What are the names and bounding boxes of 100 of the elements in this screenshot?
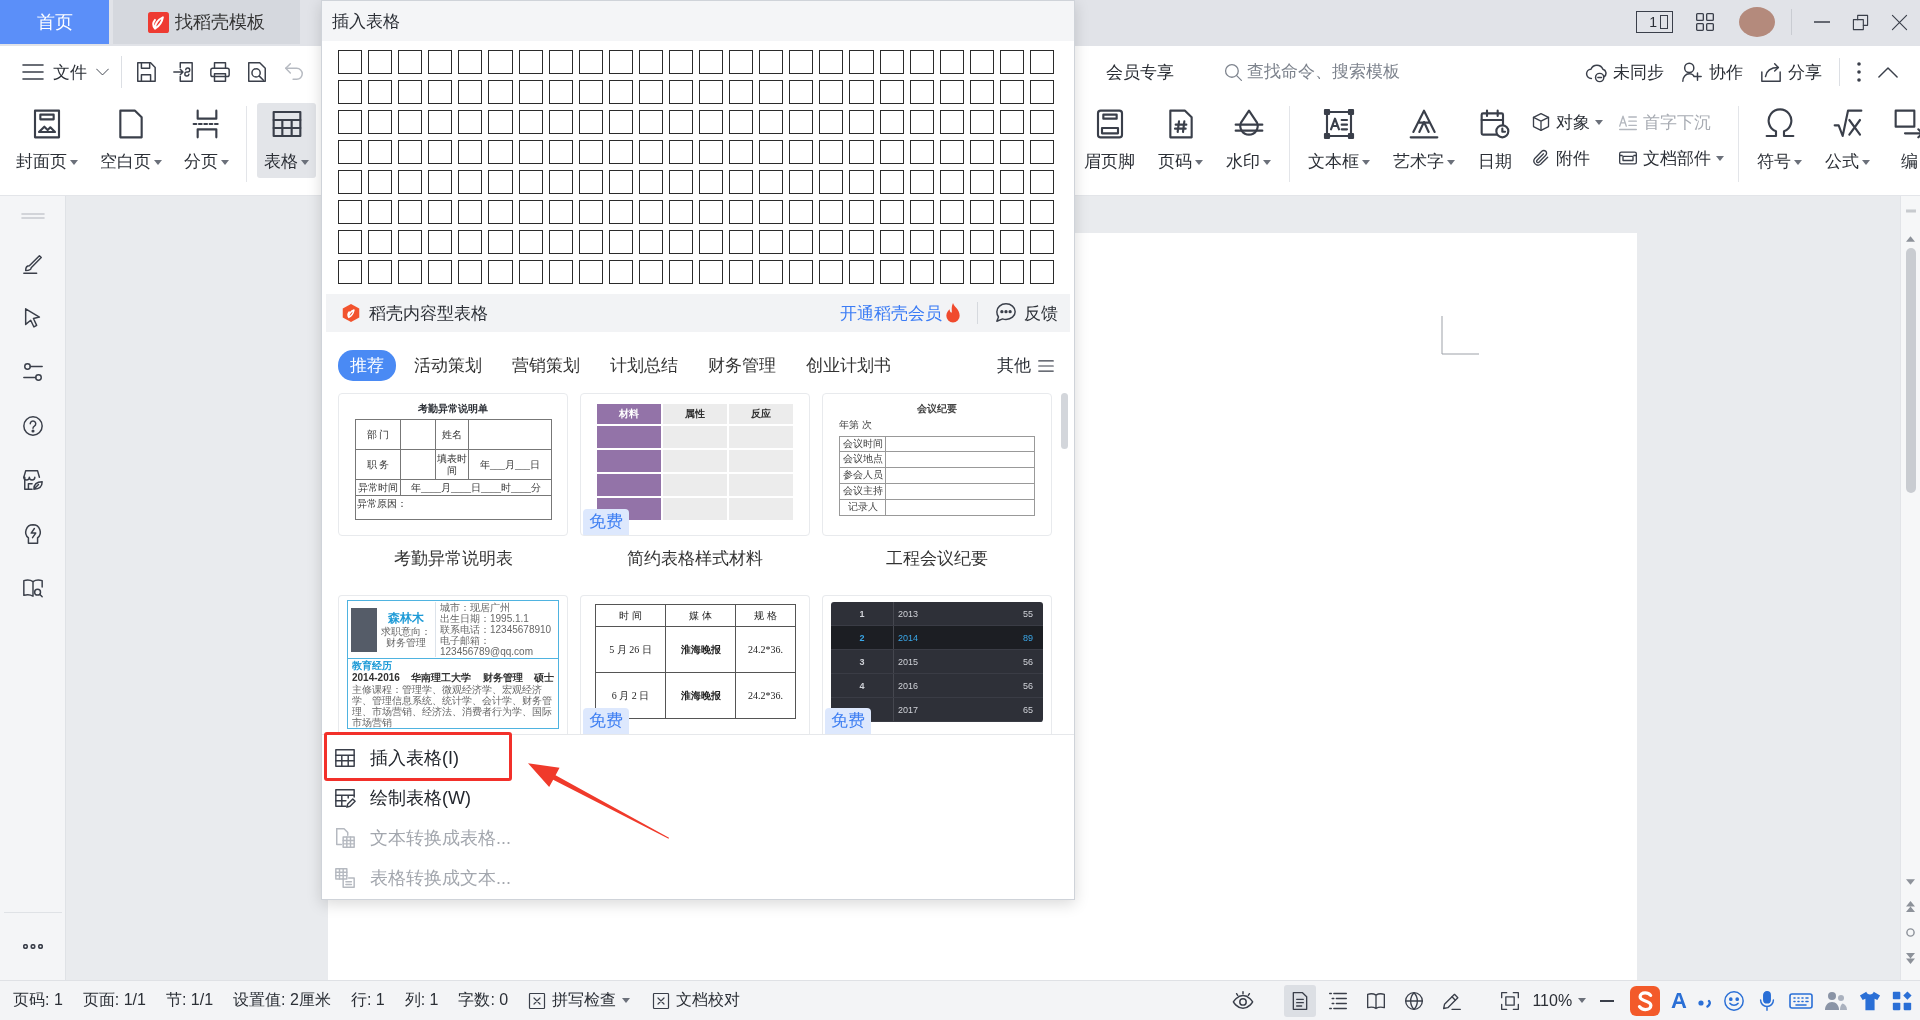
table-size-cell[interactable] <box>999 50 1024 74</box>
apps-icon[interactable] <box>1892 990 1912 1011</box>
table-size-cell[interactable] <box>969 110 994 134</box>
table-size-cell[interactable] <box>458 170 483 194</box>
table-size-cell[interactable] <box>969 230 994 254</box>
table-size-cell[interactable] <box>1029 230 1054 254</box>
table-size-cell[interactable] <box>338 200 363 224</box>
input-mode-indicator[interactable]: A <box>1671 988 1687 1013</box>
table-size-cell[interactable] <box>368 230 393 254</box>
template-title[interactable]: 考勤异常说明表 <box>338 547 568 571</box>
table-size-cell[interactable] <box>608 50 633 74</box>
symbol-button[interactable]: 符号 <box>1750 103 1809 178</box>
table-size-cell[interactable] <box>638 80 663 104</box>
help-icon[interactable] <box>21 415 44 437</box>
table-size-cell[interactable] <box>638 230 663 254</box>
table-size-cell[interactable] <box>518 230 543 254</box>
page-view-button[interactable] <box>1284 984 1317 1017</box>
table-size-cell[interactable] <box>999 260 1024 284</box>
table-size-cell[interactable] <box>729 200 754 224</box>
table-size-cell[interactable] <box>518 200 543 224</box>
table-size-cell[interactable] <box>909 140 934 164</box>
table-size-cell[interactable] <box>338 50 363 74</box>
file-menu[interactable]: 文件 <box>22 60 109 84</box>
table-size-cell[interactable] <box>548 230 573 254</box>
table-size-cell[interactable] <box>638 140 663 164</box>
collaborate-button[interactable]: 协作 <box>1681 60 1743 84</box>
category-tab[interactable]: 活动策划 <box>402 350 494 381</box>
next-page-icon[interactable] <box>1906 953 1915 964</box>
table-size-cell[interactable] <box>789 200 814 224</box>
table-size-cell[interactable] <box>488 170 513 194</box>
scrollbar-thumb[interactable] <box>1061 393 1068 449</box>
table-size-cell[interactable] <box>428 200 453 224</box>
table-size-cell[interactable] <box>729 140 754 164</box>
table-size-cell[interactable] <box>819 140 844 164</box>
table-size-cell[interactable] <box>578 140 603 164</box>
table-size-cell[interactable] <box>488 110 513 134</box>
print-preview-icon[interactable] <box>246 61 268 83</box>
table-size-cell[interactable] <box>699 260 724 284</box>
brush-icon[interactable] <box>21 253 44 275</box>
zoom-level-button[interactable]: 110% <box>1532 991 1587 1010</box>
table-size-cell[interactable] <box>398 200 423 224</box>
template-card[interactable]: 材料 属性 反应 免费 <box>580 393 810 536</box>
table-size-cell[interactable] <box>578 50 603 74</box>
table-size-cell[interactable] <box>729 170 754 194</box>
insert-table-item[interactable]: 插入表格(I) <box>322 738 1074 778</box>
table-size-cell[interactable] <box>909 80 934 104</box>
table-size-cell[interactable] <box>488 260 513 284</box>
table-size-cell[interactable] <box>668 80 693 104</box>
table-size-cell[interactable] <box>398 80 423 104</box>
table-size-cell[interactable] <box>819 80 844 104</box>
table-size-cell[interactable] <box>1029 110 1054 134</box>
table-size-cell[interactable] <box>368 140 393 164</box>
table-size-cell[interactable] <box>819 200 844 224</box>
table-size-cell[interactable] <box>338 140 363 164</box>
save-icon[interactable] <box>135 61 157 83</box>
table-size-cell[interactable] <box>428 110 453 134</box>
table-size-cell[interactable] <box>578 260 603 284</box>
table-size-cell[interactable] <box>548 140 573 164</box>
table-size-cell[interactable] <box>368 80 393 104</box>
table-size-cell[interactable] <box>879 140 904 164</box>
table-size-cell[interactable] <box>488 80 513 104</box>
table-size-cell[interactable] <box>458 260 483 284</box>
table-size-cell[interactable] <box>849 230 874 254</box>
table-size-cell[interactable] <box>668 140 693 164</box>
table-size-cell[interactable] <box>969 80 994 104</box>
table-size-cell[interactable] <box>819 170 844 194</box>
table-size-cell[interactable] <box>939 230 964 254</box>
table-size-cell[interactable] <box>999 200 1024 224</box>
table-size-cell[interactable] <box>699 80 724 104</box>
table-size-cell[interactable] <box>789 170 814 194</box>
template-title[interactable]: 工程会议纪要 <box>822 547 1052 571</box>
cover-page-button[interactable]: 封面页 <box>9 103 85 178</box>
category-tab[interactable]: 创业计划书 <box>794 350 903 381</box>
table-size-cell[interactable] <box>608 200 633 224</box>
table-size-cell[interactable] <box>458 230 483 254</box>
table-size-cell[interactable] <box>548 170 573 194</box>
table-size-cell[interactable] <box>398 170 423 194</box>
template-card[interactable]: 1 2013 55 2 2014 89 3 2015 56 4 2016 56 2017 65 免费 <box>822 595 1052 734</box>
table-size-cell[interactable] <box>578 80 603 104</box>
table-size-cell[interactable] <box>729 80 754 104</box>
table-size-cell[interactable] <box>638 50 663 74</box>
object-button[interactable]: 对象 <box>1528 104 1606 140</box>
table-size-cell[interactable] <box>338 230 363 254</box>
table-size-cell[interactable] <box>699 170 724 194</box>
table-size-cell[interactable] <box>849 200 874 224</box>
table-size-cell[interactable] <box>819 230 844 254</box>
table-size-cell[interactable] <box>368 170 393 194</box>
status-tool-button[interactable]: 拼写检查 <box>528 990 631 1011</box>
table-size-cell[interactable] <box>729 260 754 284</box>
table-size-cell[interactable] <box>759 110 784 134</box>
table-size-cell[interactable] <box>428 170 453 194</box>
search-field[interactable]: 查找命令、搜索模板 <box>1224 62 1419 82</box>
table-size-cell[interactable] <box>999 230 1024 254</box>
table-size-cell[interactable] <box>819 260 844 284</box>
table-size-cell[interactable] <box>458 140 483 164</box>
table-size-cell[interactable] <box>789 140 814 164</box>
table-size-cell[interactable] <box>578 230 603 254</box>
table-size-cell[interactable] <box>789 260 814 284</box>
table-size-cell[interactable] <box>518 110 543 134</box>
chevron-up-icon[interactable] <box>1878 66 1898 78</box>
